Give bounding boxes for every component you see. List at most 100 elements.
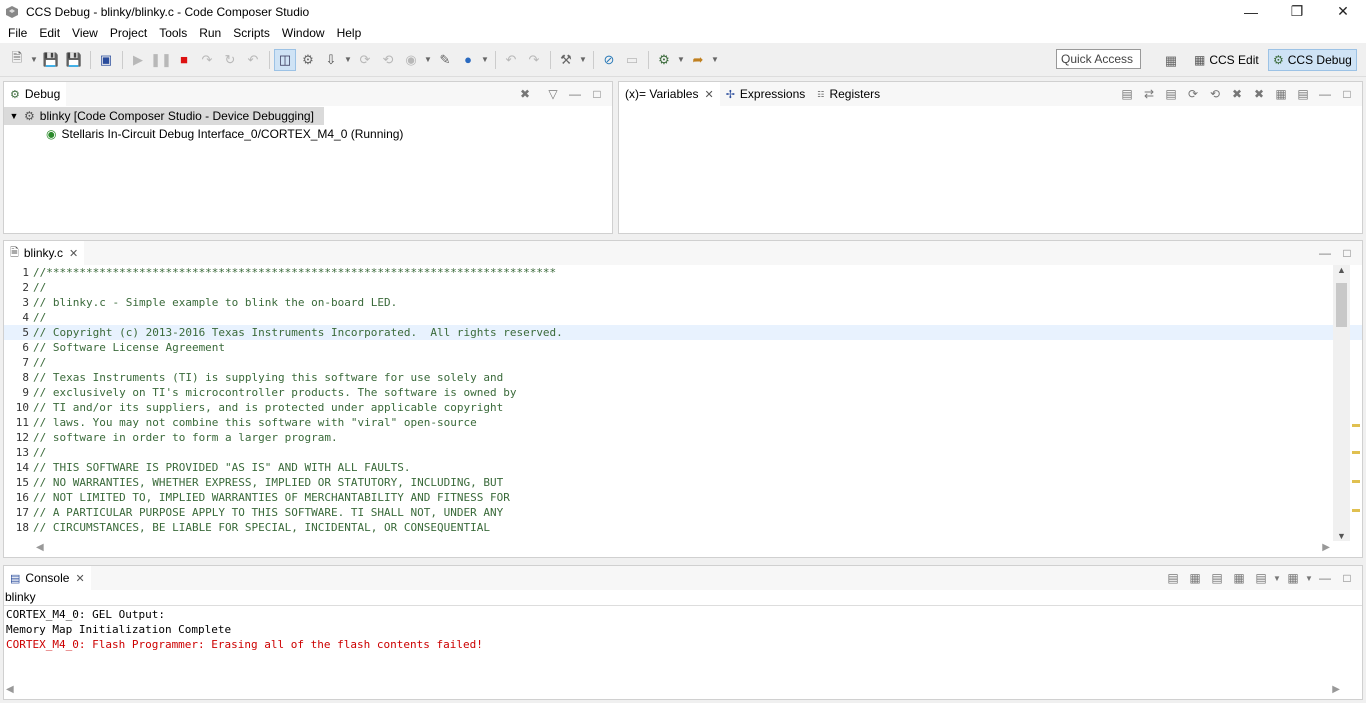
open-console-dropdown-icon[interactable]: ▼ [1304, 574, 1314, 583]
menu-project[interactable]: Project [104, 23, 153, 43]
step-return-icon[interactable]: ↶ [242, 49, 264, 71]
debug-config-dropdown-icon[interactable]: ▼ [676, 49, 686, 71]
open-perspective-icon[interactable]: ▦ [1160, 50, 1182, 72]
menu-help[interactable]: Help [331, 23, 368, 43]
perspective-ccs-edit[interactable]: ▦ CCS Edit [1190, 49, 1263, 71]
breakpoint-dropdown-icon[interactable]: ▼ [423, 49, 433, 71]
open-editor-icon[interactable]: ▭ [621, 49, 643, 71]
scroll-up-icon[interactable]: ▲ [1333, 265, 1350, 275]
code-text-area[interactable]: 1 //*************************************… [4, 265, 1362, 541]
display-console-dropdown-icon[interactable]: ▼ [1272, 574, 1282, 583]
close-icon[interactable]: ✕ [1320, 0, 1366, 23]
resume-icon[interactable]: ▶ [127, 49, 149, 71]
remove-all-icon[interactable]: ✖ [1248, 87, 1270, 101]
remove-icon[interactable]: ✖ [1226, 87, 1248, 101]
collapse-icon[interactable]: ▼ [4, 111, 24, 121]
minimize-icon[interactable]: — [1228, 0, 1274, 23]
collapse-all-icon[interactable]: ▤ [1160, 87, 1182, 101]
back-icon[interactable]: ↶ [500, 49, 522, 71]
build-hammer-icon[interactable]: ⚒ [555, 49, 577, 71]
suspend-icon[interactable]: ❚❚ [150, 49, 172, 71]
scroll-left-icon[interactable]: ◀ [6, 684, 14, 695]
menu-run[interactable]: Run [193, 23, 227, 43]
code-line[interactable]: 13 // [4, 445, 1362, 460]
menu-window[interactable]: Window [276, 23, 331, 43]
scroll-down-icon[interactable]: ▼ [1333, 531, 1350, 541]
rtos-icon[interactable]: ● [457, 49, 479, 71]
step-over-icon[interactable]: ↻ [219, 49, 241, 71]
maximize-view-icon[interactable]: □ [1336, 246, 1358, 260]
code-line[interactable]: 8 // Texas Instruments (TI) is supplying … [4, 370, 1362, 385]
terminate-icon[interactable]: ■ [173, 49, 195, 71]
code-line[interactable]: 11 // laws. You may not combine this soft… [4, 415, 1362, 430]
assembly-step-icon[interactable]: ⟲ [377, 49, 399, 71]
reset-icon[interactable]: ⚙ [297, 49, 319, 71]
menu-view[interactable]: View [66, 23, 104, 43]
menu-tools[interactable]: Tools [153, 23, 193, 43]
build-dropdown-icon[interactable]: ▼ [578, 49, 588, 71]
refresh-icon[interactable]: ⟳ [1182, 87, 1204, 101]
step-into-icon[interactable]: ↷ [196, 49, 218, 71]
tab-console[interactable]: ▤ Console ✕ [4, 566, 91, 590]
code-line[interactable]: 18 // CIRCUMSTANCES, BE LIABLE FOR SPECIA… [4, 520, 1362, 535]
code-line[interactable]: 7 // [4, 355, 1362, 370]
code-line[interactable]: 10 // TI and/or its suppliers, and is pro… [4, 400, 1362, 415]
continuous-refresh-icon[interactable]: ⟲ [1204, 87, 1226, 101]
code-line[interactable]: 5 // Copyright (c) 2013-2016 Texas Instru… [4, 325, 1362, 340]
debug-view-icon[interactable]: ▣ [95, 49, 117, 71]
close-variables-icon[interactable]: ✕ [704, 88, 713, 101]
tab-debug[interactable]: ⚙ Debug [4, 82, 67, 106]
load-program-icon[interactable]: ⇩ [320, 49, 342, 71]
overview-marker[interactable] [1352, 451, 1360, 454]
menu-edit[interactable]: Edit [33, 23, 66, 43]
editor-vertical-scrollbar[interactable]: ▲ ▼ [1333, 265, 1350, 541]
scroll-right-icon[interactable]: ▶ [1322, 542, 1330, 553]
restart-icon[interactable]: ⟳ [354, 49, 376, 71]
open-console-icon[interactable]: ▦ [1282, 571, 1304, 585]
minimize-view-icon[interactable]: — [1314, 246, 1336, 260]
scroll-lock-icon[interactable]: ▦ [1184, 571, 1206, 585]
menu-file[interactable]: File [2, 23, 33, 43]
overview-marker[interactable] [1352, 480, 1360, 483]
code-line[interactable]: 9 // exclusively on TI's microcontroller … [4, 385, 1362, 400]
search-icon[interactable]: ⊘ [598, 49, 620, 71]
code-line[interactable]: 14 // THIS SOFTWARE IS PROVIDED "AS IS" A… [4, 460, 1362, 475]
run-config-dropdown-icon[interactable]: ▼ [710, 49, 720, 71]
perspective-ccs-debug[interactable]: ⚙ CCS Debug [1268, 49, 1357, 71]
show-type-names-icon[interactable]: ▤ [1116, 87, 1138, 101]
remove-terminated-icon[interactable]: ✖ [514, 87, 536, 101]
overview-marker[interactable] [1352, 509, 1360, 512]
menu-scripts[interactable]: Scripts [227, 23, 276, 43]
forward-icon[interactable]: ↷ [523, 49, 545, 71]
code-line[interactable]: 17 // A PARTICULAR PURPOSE APPLY TO THIS … [4, 505, 1362, 520]
new-view-icon[interactable]: ▦ [1270, 87, 1292, 101]
code-line[interactable]: 4 // [4, 310, 1362, 325]
debug-config-icon[interactable]: ⚙ [653, 49, 675, 71]
editor-horizontal-scrollbar[interactable]: ◀ ▶ [4, 541, 1362, 557]
tab-variables[interactable]: (x)= Variables ✕ [619, 82, 720, 106]
tab-expressions[interactable]: ✢ Expressions [720, 82, 812, 106]
pin-console-icon[interactable]: ▦ [1228, 571, 1250, 585]
view-menu-icon[interactable]: ▽ [542, 87, 564, 101]
clear-console-icon[interactable]: ▤ [1162, 571, 1184, 585]
code-line[interactable]: 2 // [4, 280, 1362, 295]
word-wrap-icon[interactable]: ▤ [1206, 571, 1228, 585]
quick-access-input[interactable] [1056, 49, 1141, 69]
maximize-view-icon[interactable]: □ [586, 87, 608, 101]
scroll-thumb[interactable] [1336, 283, 1347, 327]
tab-registers[interactable]: ☷ Registers [811, 82, 886, 106]
maximize-view-icon[interactable]: □ [1336, 571, 1358, 585]
tab-blinky-c[interactable]: 🗎 blinky.c ✕ [4, 241, 85, 265]
code-line[interactable]: 16 // NOT LIMITED TO, IMPLIED WARRANTIES … [4, 490, 1362, 505]
code-line[interactable]: 12 // software in order to form a larger … [4, 430, 1362, 445]
load-dropdown-icon[interactable]: ▼ [343, 49, 353, 71]
maximize-view-icon[interactable]: □ [1336, 87, 1358, 101]
minimize-view-icon[interactable]: — [1314, 571, 1336, 585]
new-icon[interactable]: 🗎 [6, 49, 28, 71]
pin-icon[interactable]: ▤ [1292, 87, 1314, 101]
close-console-icon[interactable]: ✕ [75, 572, 84, 585]
close-editor-icon[interactable]: ✕ [69, 247, 78, 260]
display-console-icon[interactable]: ▤ [1250, 571, 1272, 585]
hardware-icon[interactable]: ✎ [434, 49, 456, 71]
show-logical-icon[interactable]: ⇄ [1138, 87, 1160, 101]
